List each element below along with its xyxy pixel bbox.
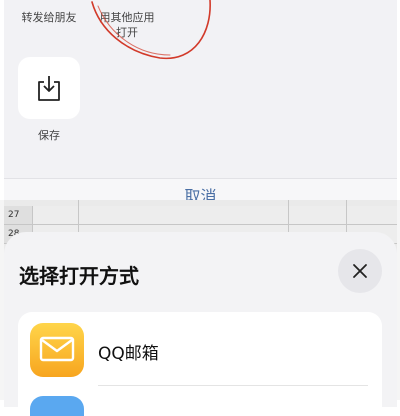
close-icon bbox=[353, 264, 367, 278]
cancel-bar: 取消 bbox=[4, 178, 397, 206]
save-button[interactable] bbox=[18, 57, 80, 119]
open-with-other-app-line2: 打开 bbox=[116, 26, 138, 39]
qq-mail-icon bbox=[30, 323, 84, 377]
app-item-qq-mail[interactable]: QQ邮箱 bbox=[18, 312, 382, 386]
open-with-other-app-line1: 用其他应用 bbox=[99, 11, 155, 24]
next-app-icon[interactable] bbox=[30, 396, 84, 416]
app-list: QQ邮箱 bbox=[18, 312, 382, 416]
share-sheet: 转发给朋友 用其他应用 打开 保存 取消 bbox=[4, 0, 397, 206]
save-label: 保存 bbox=[38, 129, 60, 142]
forward-to-friend-label[interactable]: 转发给朋友 bbox=[14, 10, 84, 25]
sheet-title: 选择打开方式 bbox=[19, 264, 139, 288]
divider bbox=[98, 385, 368, 386]
close-button[interactable] bbox=[338, 249, 382, 293]
open-with-sheet: 选择打开方式 QQ邮箱 bbox=[4, 232, 397, 416]
save-download-icon bbox=[38, 76, 60, 101]
open-with-other-app-label[interactable]: 用其他应用 打开 bbox=[92, 10, 162, 40]
app-name: QQ邮箱 bbox=[98, 344, 159, 364]
